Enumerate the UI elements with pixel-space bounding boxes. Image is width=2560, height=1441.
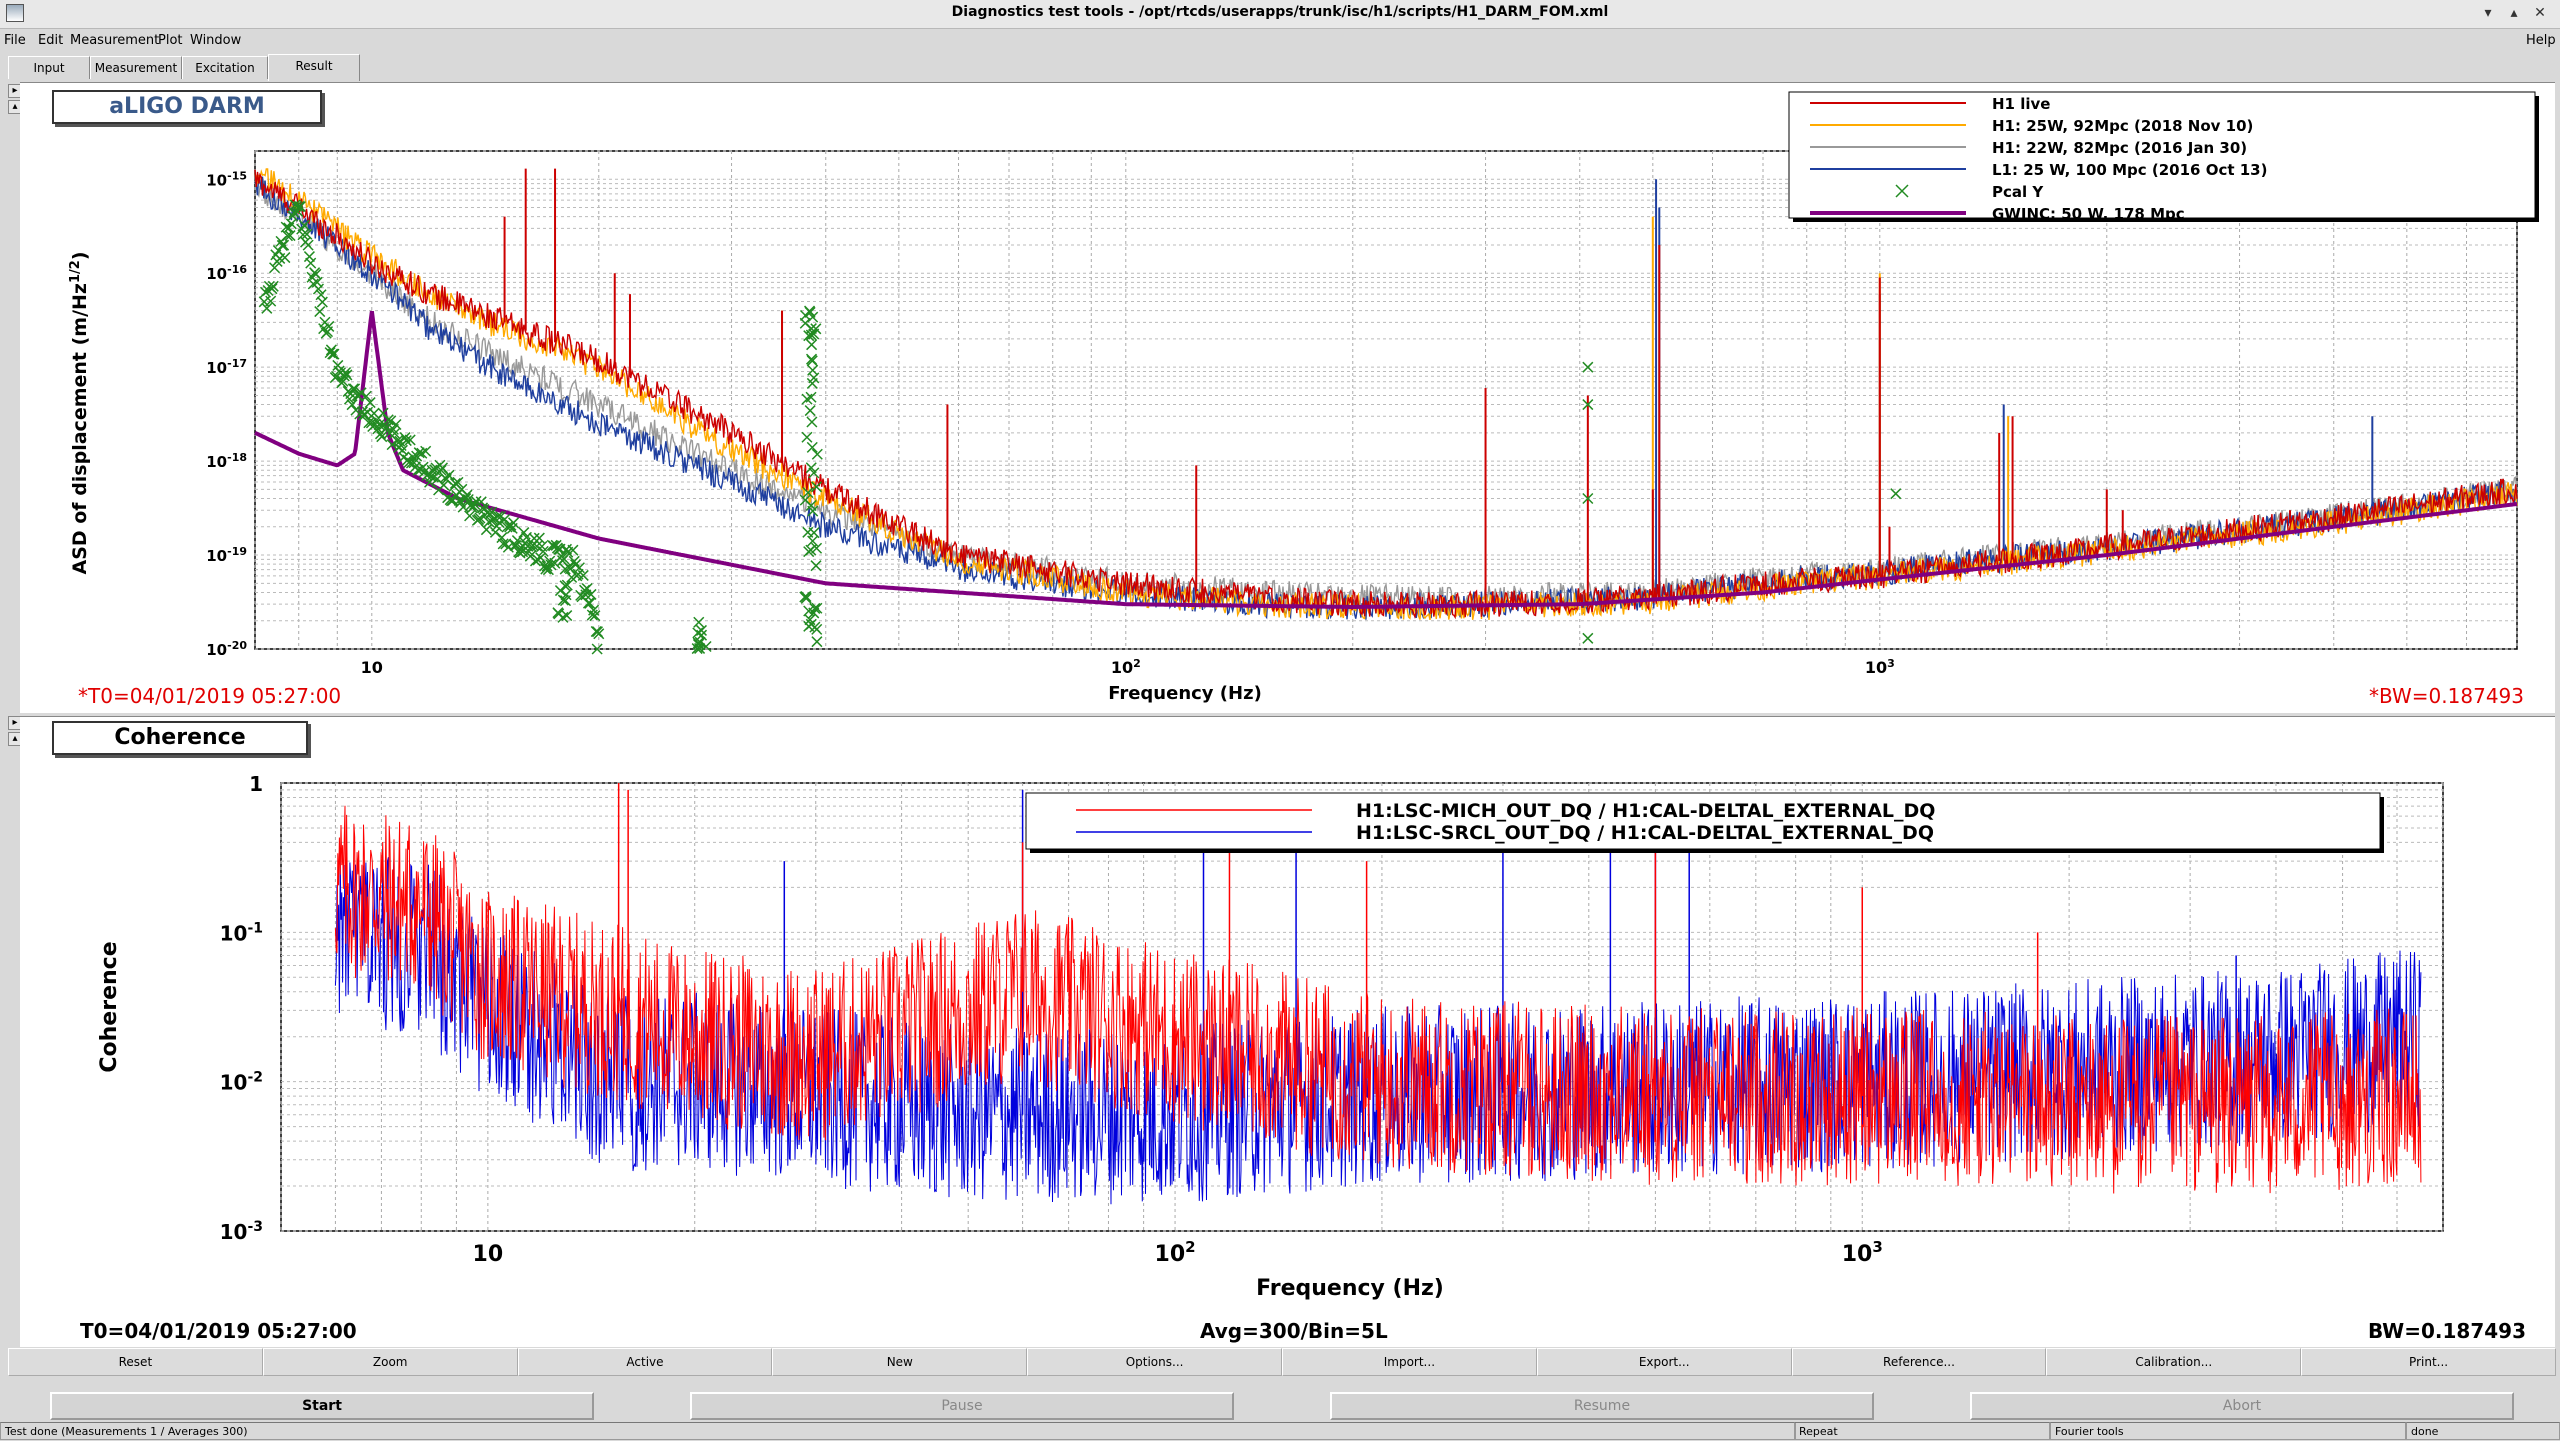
menu-help[interactable]: Help: [2526, 33, 2556, 48]
import-button[interactable]: Import...: [1281, 1348, 1537, 1376]
new-button[interactable]: New: [772, 1348, 1028, 1376]
status-repeat: Repeat: [1794, 1422, 2050, 1440]
legend-label: H1: 22W, 82Mpc (2016 Jan 30): [1992, 139, 2247, 157]
status-fourier: Fourier tools: [2050, 1422, 2406, 1440]
tab-bar: Input Measurement Excitation Result: [0, 54, 2560, 81]
bw-label: *BW=0.187493: [2369, 684, 2524, 708]
plot-button-row: Reset Zoom Active New Options... Import.…: [8, 1348, 2556, 1376]
asd-y-tick-label: 10-19: [206, 545, 247, 566]
coherence-xlabel: Frequency (Hz): [1256, 1276, 1444, 1301]
legend-label: H1:LSC-SRCL_OUT_DQ / H1:CAL-DELTAL_EXTER…: [1356, 822, 1934, 844]
resume-button[interactable]: Resume: [1330, 1392, 1874, 1420]
start-button[interactable]: Start: [50, 1392, 594, 1420]
asd-y-tick-label: 10-16: [206, 263, 247, 284]
tab-measurement[interactable]: Measurement: [90, 56, 182, 79]
t0-label: T0=04/01/2019 05:27:00: [80, 1319, 357, 1343]
menu-measurement[interactable]: Measurement: [70, 33, 159, 48]
tab-input[interactable]: Input: [8, 56, 90, 79]
bw-label: BW=0.187493: [2368, 1319, 2526, 1343]
window-title: Diagnostics test tools - /opt/rtcds/user…: [951, 4, 1609, 20]
legend-label: H1 live: [1992, 95, 2050, 113]
reference-button[interactable]: Reference...: [1791, 1348, 2047, 1376]
legend-label: H1: 25W, 92Mpc (2018 Nov 10): [1992, 117, 2253, 135]
maximize-icon[interactable]: ▴: [2506, 5, 2522, 21]
coherence-x-tick-label: 10: [473, 1242, 504, 1267]
legend-label: Pcal Y: [1992, 183, 2044, 201]
menu-edit[interactable]: Edit: [38, 33, 63, 48]
active-button[interactable]: Active: [517, 1348, 773, 1376]
menu-plot[interactable]: Plot: [158, 33, 183, 48]
status-state: done: [2406, 1422, 2560, 1440]
legend-label: L1: 25 W, 100 Mpc (2016 Oct 13): [1992, 161, 2267, 179]
calibration-button[interactable]: Calibration...: [2046, 1348, 2302, 1376]
coherence-x-tick-label: 102: [1155, 1238, 1196, 1267]
t0-label: *T0=04/01/2019 05:27:00: [78, 684, 342, 708]
avg-bin-label: Avg=300/Bin=5L: [1200, 1319, 1388, 1343]
coherence-y-tick-label: 10-3: [220, 1219, 263, 1244]
coherence-plot-pane: Coherence 10 102 103 1 10-1 10-2 10-3 Frequenc…: [20, 716, 2555, 1347]
coherence-x-tick-label: 103: [1842, 1238, 1883, 1267]
reset-button[interactable]: Reset: [8, 1348, 263, 1376]
asd-x-tick-label: 10: [361, 658, 383, 677]
status-bar: Test done (Measurements 1 / Averages 300…: [0, 1422, 2560, 1440]
options-button[interactable]: Options...: [1027, 1348, 1282, 1376]
minimize-icon[interactable]: ▾: [2480, 5, 2496, 21]
asd-ylabel: ASD of displacement (m/Hz1/2): [68, 251, 92, 574]
export-button[interactable]: Export...: [1536, 1348, 1792, 1376]
coherence-y-tick-label: 1: [249, 772, 263, 796]
tab-excitation[interactable]: Excitation: [182, 56, 268, 79]
coherence-y-tick-label: 10-1: [220, 920, 263, 945]
print-button[interactable]: Print...: [2301, 1348, 2556, 1376]
menu-file[interactable]: File: [4, 33, 26, 48]
darm-plot-pane: aLIGO DARM 10 102 103 10-15 10-16 10-17 10-18 1…: [20, 82, 2555, 713]
tab-result[interactable]: Result: [268, 54, 360, 81]
coherence-ylabel: Coherence: [97, 941, 122, 1072]
coherence-legend: H1:LSC-MICH_OUT_DQ / H1:CAL-DELTAL_EXTER…: [1025, 792, 2384, 853]
close-icon[interactable]: ✕: [2532, 5, 2548, 21]
menu-bar: File Edit Measurement Plot Window Help: [0, 29, 2560, 53]
legend-label: H1:LSC-MICH_OUT_DQ / H1:CAL-DELTAL_EXTER…: [1356, 800, 1935, 822]
asd-chart[interactable]: 10 102 103 10-15 10-16 10-17 10-18 10-19 10-20 F…: [20, 83, 2555, 713]
asd-legend: H1 live H1: 25W, 92Mpc (2018 Nov 10) H1: 2…: [1788, 91, 2539, 223]
coherence-y-tick-label: 10-2: [220, 1070, 263, 1095]
coherence-chart[interactable]: 10 102 103 1 10-1 10-2 10-3 Frequency (Hz) Coh…: [20, 717, 2555, 1347]
asd-y-tick-label: 10-20: [206, 639, 247, 660]
asd-y-tick-label: 10-18: [206, 451, 247, 472]
pause-button[interactable]: Pause: [690, 1392, 1234, 1420]
abort-button[interactable]: Abort: [1970, 1392, 2514, 1420]
title-bar: Diagnostics test tools - /opt/rtcds/user…: [0, 0, 2560, 29]
asd-y-tick-label: 10-17: [206, 357, 247, 378]
menu-window[interactable]: Window: [190, 33, 241, 48]
legend-label: GWINC: 50 W, 178 Mpc: [1992, 205, 2185, 223]
asd-y-tick-label: 10-15: [206, 169, 247, 190]
zoom-button[interactable]: Zoom: [262, 1348, 518, 1376]
status-main: Test done (Measurements 1 / Averages 300…: [0, 1422, 1796, 1440]
asd-xlabel: Frequency (Hz): [1108, 683, 1262, 704]
asd-x-tick-label: 103: [1865, 657, 1895, 678]
asd-x-tick-label: 102: [1111, 657, 1141, 678]
